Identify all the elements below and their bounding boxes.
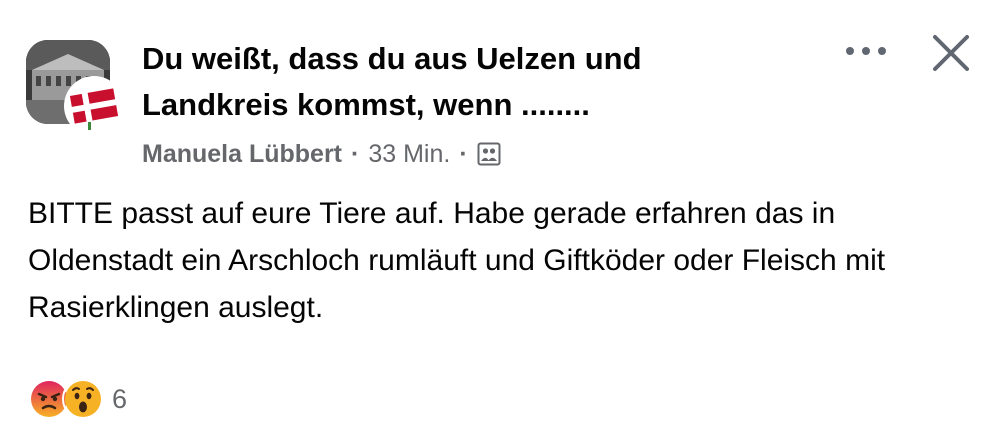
reaction-summary[interactable]: 6	[28, 378, 128, 420]
dot	[878, 47, 886, 55]
wow-reaction-icon	[62, 378, 104, 420]
danish-flag-icon	[66, 78, 122, 134]
post-body: BITTE passt auf eure Tiere auf. Habe ger…	[28, 197, 886, 324]
group-avatar[interactable]	[26, 40, 122, 134]
dot	[862, 47, 870, 55]
more-options-icon[interactable]	[846, 36, 886, 66]
close-icon[interactable]	[930, 32, 972, 74]
dot	[846, 47, 854, 55]
group-audience-icon	[477, 142, 501, 166]
author-name[interactable]: Manuela Lübbert	[142, 140, 342, 169]
group-post-card: Du weißt, dass du aus Uelzen und Landkre…	[0, 0, 1000, 432]
meta-separator: ·	[459, 139, 468, 168]
meta-separator: ·	[351, 139, 360, 168]
group-title[interactable]: Du weißt, dass du aus Uelzen und Landkre…	[142, 36, 792, 128]
post-timestamp[interactable]: 33 Min.	[368, 140, 450, 169]
post-meta: Manuela Lübbert · 33 Min. ·	[142, 136, 501, 172]
reaction-count: 6	[112, 383, 128, 414]
flag-badge	[66, 78, 122, 134]
